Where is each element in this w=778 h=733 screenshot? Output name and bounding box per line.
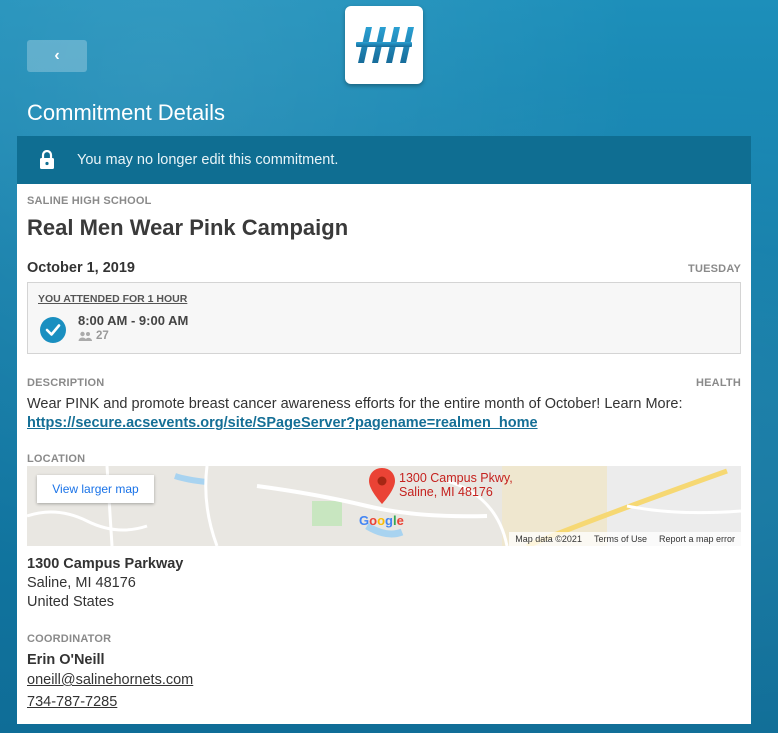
coordinator-email[interactable]: oneill@salinehornets.com [27,672,193,688]
map-pin-icon [369,468,395,504]
map-pin-address: 1300 Campus Pkwy, Saline, MI 48176 [399,471,513,499]
back-button[interactable]: ‹ [27,40,87,72]
locked-notice: You may no longer edit this commitment. [17,136,751,184]
map-pin-line1: 1300 Campus Pkwy, [399,471,513,485]
map-terms-link[interactable]: Terms of Use [594,534,647,544]
attendance-label: YOU ATTENDED FOR 1 HOUR [38,293,188,305]
description-label: DESCRIPTION [27,377,105,389]
page-title: Commitment Details [27,100,226,125]
participant-count: 27 [96,330,109,342]
logo-icon [356,27,414,63]
commitment-card: SALINE HIGH SCHOOL Real Men Wear Pink Ca… [17,184,751,724]
map-pin-line2: Saline, MI 48176 [399,485,493,499]
lock-icon [17,150,77,170]
event-date: October 1, 2019 [27,260,135,276]
address-street: 1300 Campus Parkway [27,556,184,572]
chevron-left-icon: ‹ [54,47,60,64]
attendance-count: 27 [78,330,109,342]
description-link[interactable]: https://secure.acsevents.org/site/SPageS… [27,415,538,431]
map-footer: Map data ©2021 Terms of Use Report a map… [509,532,741,546]
address-country: United States [27,594,115,610]
attendance-box: YOU ATTENDED FOR 1 HOUR 8:00 AM - 9:00 A… [27,282,741,354]
coordinator-phone[interactable]: 734-787-7285 [27,694,117,710]
notice-text: You may no longer edit this commitment. [77,152,339,168]
coordinator-name: Erin O'Neill [27,652,105,668]
location-label: LOCATION [27,453,86,465]
coordinator-label: COORDINATOR [27,633,112,645]
event-title: Real Men Wear Pink Campaign [27,215,349,240]
address-city: Saline, MI 48176 [27,575,136,591]
event-weekday: TUESDAY [688,263,741,275]
organization-name: SALINE HIGH SCHOOL [27,195,152,207]
people-icon [78,331,92,341]
attendance-time: 8:00 AM - 9:00 AM [78,313,189,328]
map-data-text: Map data ©2021 [515,534,582,544]
description-text: Wear PINK and promote breast cancer awar… [27,395,727,433]
check-icon [40,317,66,343]
description-body: Wear PINK and promote breast cancer awar… [27,396,683,412]
google-logo: Google [359,513,404,528]
view-larger-map-button[interactable]: View larger map [37,475,154,503]
description-category: HEALTH [696,377,741,389]
location-map[interactable]: View larger map 1300 Campus Pkwy, Saline… [27,466,741,546]
app-logo [345,6,423,84]
map-report-link[interactable]: Report a map error [659,534,735,544]
